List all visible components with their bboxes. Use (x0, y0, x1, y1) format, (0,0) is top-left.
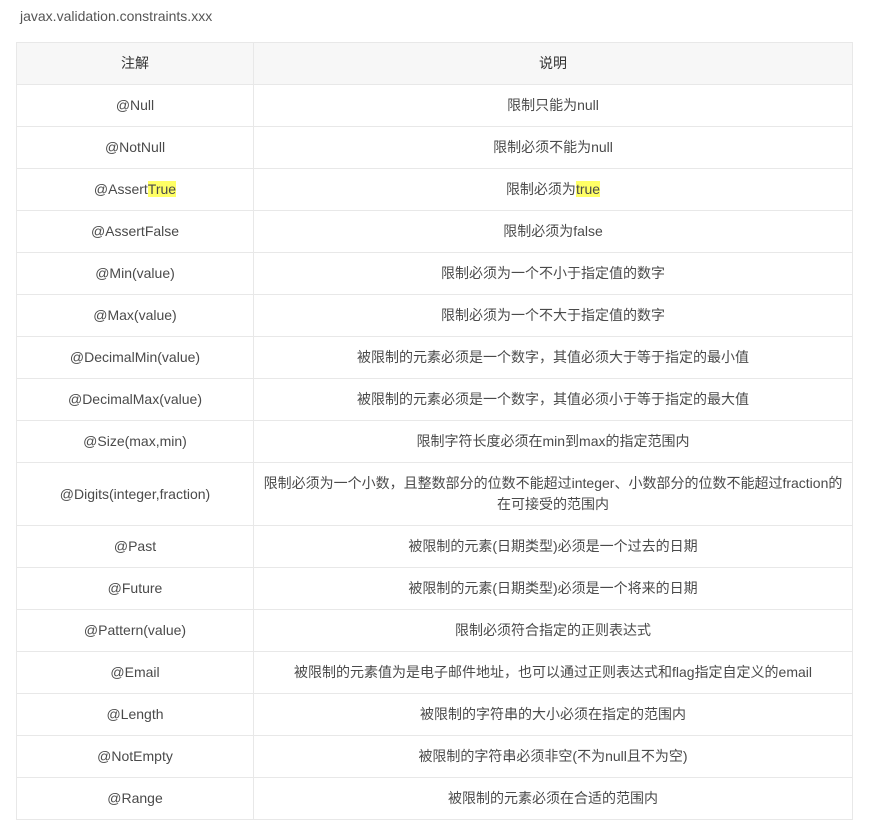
annotation-cell: @AssertFalse (17, 211, 254, 253)
description-highlight: true (576, 181, 600, 197)
annotation-cell: @DecimalMax(value) (17, 379, 254, 421)
description-cell: 被限制的字符串必须非空(不为null且不为空) (254, 736, 853, 778)
description-cell: 被限制的元素必须在合适的范围内 (254, 778, 853, 820)
description-cell: 限制必须为一个小数，且整数部分的位数不能超过integer、小数部分的位数不能超… (254, 463, 853, 526)
annotation-highlight: True (148, 181, 176, 197)
annotation-cell: @AssertTrue (17, 169, 254, 211)
package-path: javax.validation.constraints.xxx (20, 8, 853, 24)
annotation-cell: @NotNull (17, 127, 254, 169)
constraints-table: 注解 说明 @Null 限制只能为null @NotNull 限制必须不能为nu… (16, 42, 853, 820)
description-cell: 限制必须为一个不大于指定值的数字 (254, 295, 853, 337)
annotation-cell: @Min(value) (17, 253, 254, 295)
description-cell: 被限制的元素(日期类型)必须是一个将来的日期 (254, 568, 853, 610)
table-row: @Future 被限制的元素(日期类型)必须是一个将来的日期 (17, 568, 853, 610)
annotation-cell: @NotEmpty (17, 736, 254, 778)
annotation-cell: @Max(value) (17, 295, 254, 337)
description-cell: 限制必须为一个不小于指定值的数字 (254, 253, 853, 295)
header-description: 说明 (254, 43, 853, 85)
description-cell: 被限制的元素必须是一个数字，其值必须小于等于指定的最大值 (254, 379, 853, 421)
description-cell: 被限制的元素值为是电子邮件地址，也可以通过正则表达式和flag指定自定义的ema… (254, 652, 853, 694)
annotation-cell: @Size(max,min) (17, 421, 254, 463)
annotation-cell: @Length (17, 694, 254, 736)
table-row: @NotEmpty 被限制的字符串必须非空(不为null且不为空) (17, 736, 853, 778)
table-row: @Past 被限制的元素(日期类型)必须是一个过去的日期 (17, 526, 853, 568)
annotation-cell: @Range (17, 778, 254, 820)
description-prefix: 限制必须为 (506, 181, 576, 197)
description-cell: 限制只能为null (254, 85, 853, 127)
description-cell: 限制字符长度必须在min到max的指定范围内 (254, 421, 853, 463)
table-row: @Max(value) 限制必须为一个不大于指定值的数字 (17, 295, 853, 337)
annotation-cell: @Email (17, 652, 254, 694)
table-header-row: 注解 说明 (17, 43, 853, 85)
annotation-cell: @Past (17, 526, 254, 568)
table-row: @DecimalMin(value) 被限制的元素必须是一个数字，其值必须大于等… (17, 337, 853, 379)
annotation-cell: @DecimalMin(value) (17, 337, 254, 379)
annotation-cell: @Future (17, 568, 254, 610)
header-annotation: 注解 (17, 43, 254, 85)
annotation-prefix: @Assert (94, 181, 148, 197)
table-row: @Pattern(value) 限制必须符合指定的正则表达式 (17, 610, 853, 652)
table-row: @AssertFalse 限制必须为false (17, 211, 853, 253)
description-cell: 限制必须不能为null (254, 127, 853, 169)
table-row: @Size(max,min) 限制字符长度必须在min到max的指定范围内 (17, 421, 853, 463)
table-row: @DecimalMax(value) 被限制的元素必须是一个数字，其值必须小于等… (17, 379, 853, 421)
description-cell: 被限制的元素必须是一个数字，其值必须大于等于指定的最小值 (254, 337, 853, 379)
description-cell: 被限制的字符串的大小必须在指定的范围内 (254, 694, 853, 736)
annotation-cell: @Digits(integer,fraction) (17, 463, 254, 526)
table-row: @Digits(integer,fraction) 限制必须为一个小数，且整数部… (17, 463, 853, 526)
table-row: @NotNull 限制必须不能为null (17, 127, 853, 169)
table-row: @Email 被限制的元素值为是电子邮件地址，也可以通过正则表达式和flag指定… (17, 652, 853, 694)
table-row: @Null 限制只能为null (17, 85, 853, 127)
table-row: @Range 被限制的元素必须在合适的范围内 (17, 778, 853, 820)
description-cell: 限制必须符合指定的正则表达式 (254, 610, 853, 652)
description-cell: 限制必须为false (254, 211, 853, 253)
annotation-cell: @Null (17, 85, 254, 127)
table-row: @AssertTrue 限制必须为true (17, 169, 853, 211)
description-cell: 限制必须为true (254, 169, 853, 211)
description-cell: 被限制的元素(日期类型)必须是一个过去的日期 (254, 526, 853, 568)
table-row: @Min(value) 限制必须为一个不小于指定值的数字 (17, 253, 853, 295)
table-row: @Length 被限制的字符串的大小必须在指定的范围内 (17, 694, 853, 736)
annotation-cell: @Pattern(value) (17, 610, 254, 652)
